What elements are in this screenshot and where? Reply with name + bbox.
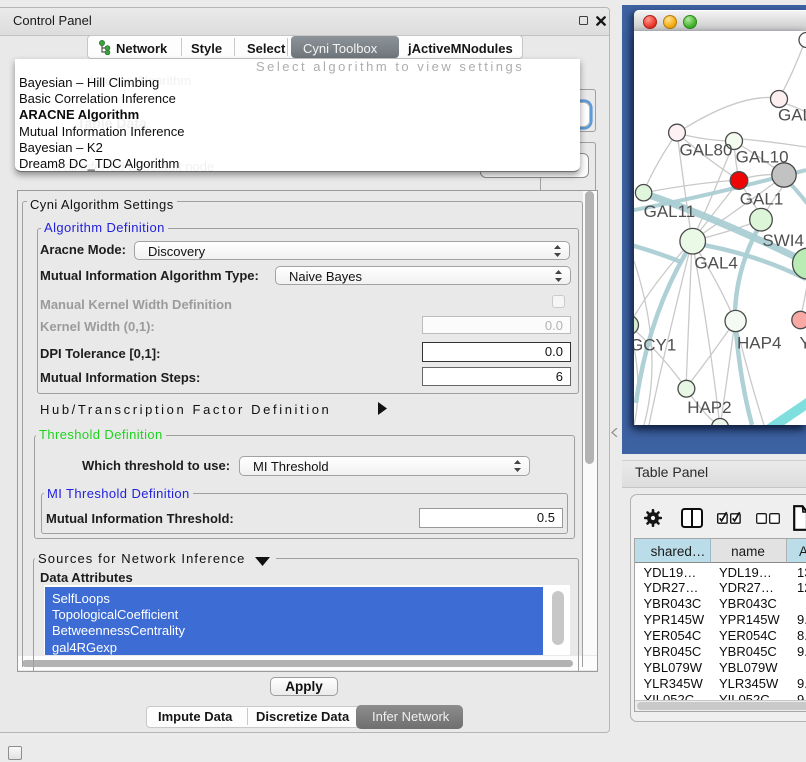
svg-text:HAP4: HAP4 [737, 334, 781, 353]
svg-text:HAP2: HAP2 [687, 398, 731, 417]
svg-text:GAL1: GAL1 [740, 190, 783, 209]
svg-text:GAL80: GAL80 [680, 141, 733, 160]
svg-text:GCY1: GCY1 [634, 336, 676, 355]
svg-text:GAL2: GAL2 [778, 106, 806, 125]
svg-text:SWI4: SWI4 [762, 231, 804, 250]
svg-text:GAL10: GAL10 [736, 148, 789, 167]
svg-text:GAL4: GAL4 [694, 254, 737, 273]
svg-text:YJ: YJ [800, 334, 806, 353]
svg-text:GAL11: GAL11 [644, 202, 696, 221]
